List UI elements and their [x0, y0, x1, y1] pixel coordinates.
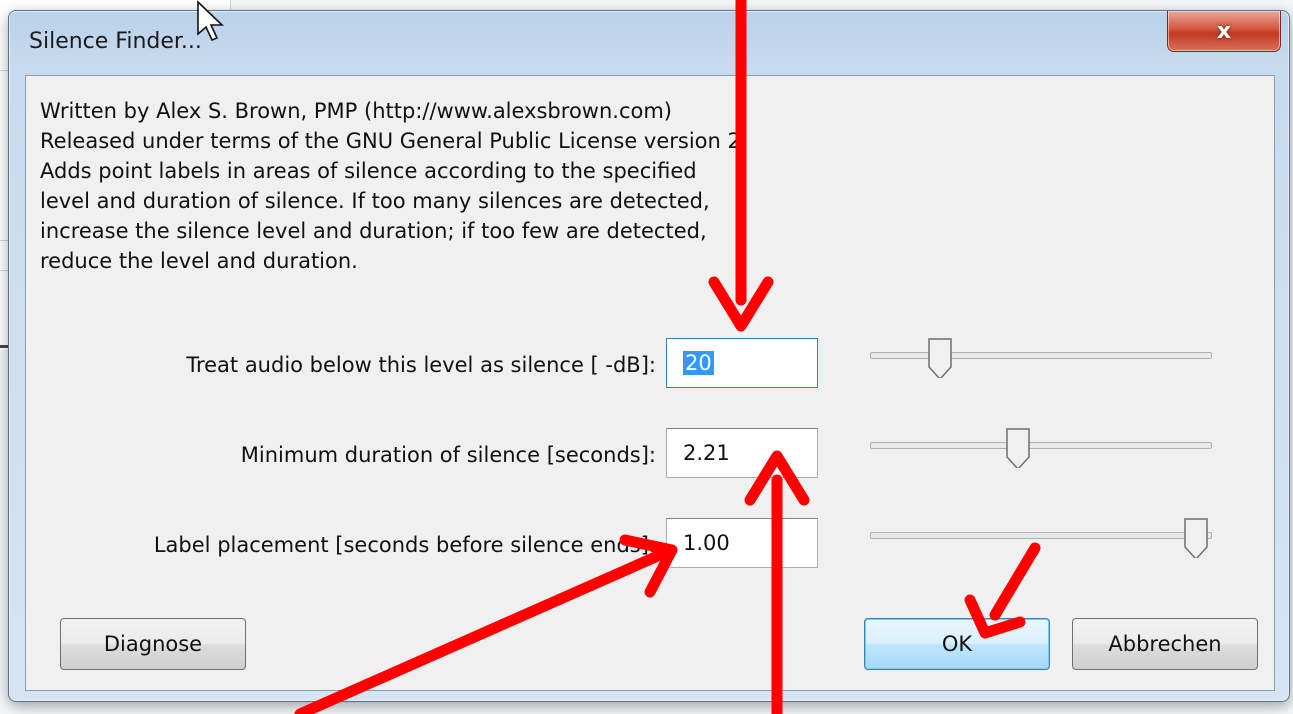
- close-icon: x: [1216, 18, 1232, 44]
- silence-level-slider-track[interactable]: [870, 352, 1212, 359]
- min-duration-slider-thumb[interactable]: [1006, 428, 1030, 468]
- label-placement-slider-thumb[interactable]: [1184, 518, 1208, 558]
- dialog-title: Silence Finder...: [29, 29, 202, 54]
- label-placement-input[interactable]: 1.00: [666, 518, 818, 568]
- diagnose-button[interactable]: Diagnose: [60, 618, 246, 670]
- label-placement-slider-track[interactable]: [870, 532, 1212, 539]
- min-duration-input[interactable]: 2.21: [666, 428, 818, 478]
- dialog-content: Written by Alex S. Brown, PMP (http://ww…: [25, 75, 1275, 691]
- label-placement-value: 1.00: [683, 531, 730, 555]
- cancel-button[interactable]: Abbrechen: [1072, 618, 1258, 670]
- min-duration-value: 2.21: [683, 441, 730, 465]
- silence-finder-dialog: Silence Finder... x Written by Alex S. B…: [8, 10, 1290, 702]
- silence-level-value: 20: [683, 351, 714, 375]
- close-button[interactable]: x: [1167, 11, 1281, 52]
- ok-button[interactable]: OK: [864, 618, 1050, 670]
- min-duration-label: Minimum duration of silence [seconds]:: [240, 443, 656, 467]
- silence-level-slider-thumb[interactable]: [928, 338, 952, 378]
- min-duration-slider-track[interactable]: [870, 442, 1212, 449]
- silence-level-label: Treat audio below this level as silence …: [186, 353, 656, 377]
- silence-level-input[interactable]: 20: [666, 338, 818, 388]
- label-placement-label: Label placement [seconds before silence …: [153, 533, 656, 557]
- plugin-description: Written by Alex S. Brown, PMP (http://ww…: [40, 99, 741, 273]
- mouse-cursor-icon: [197, 0, 224, 42]
